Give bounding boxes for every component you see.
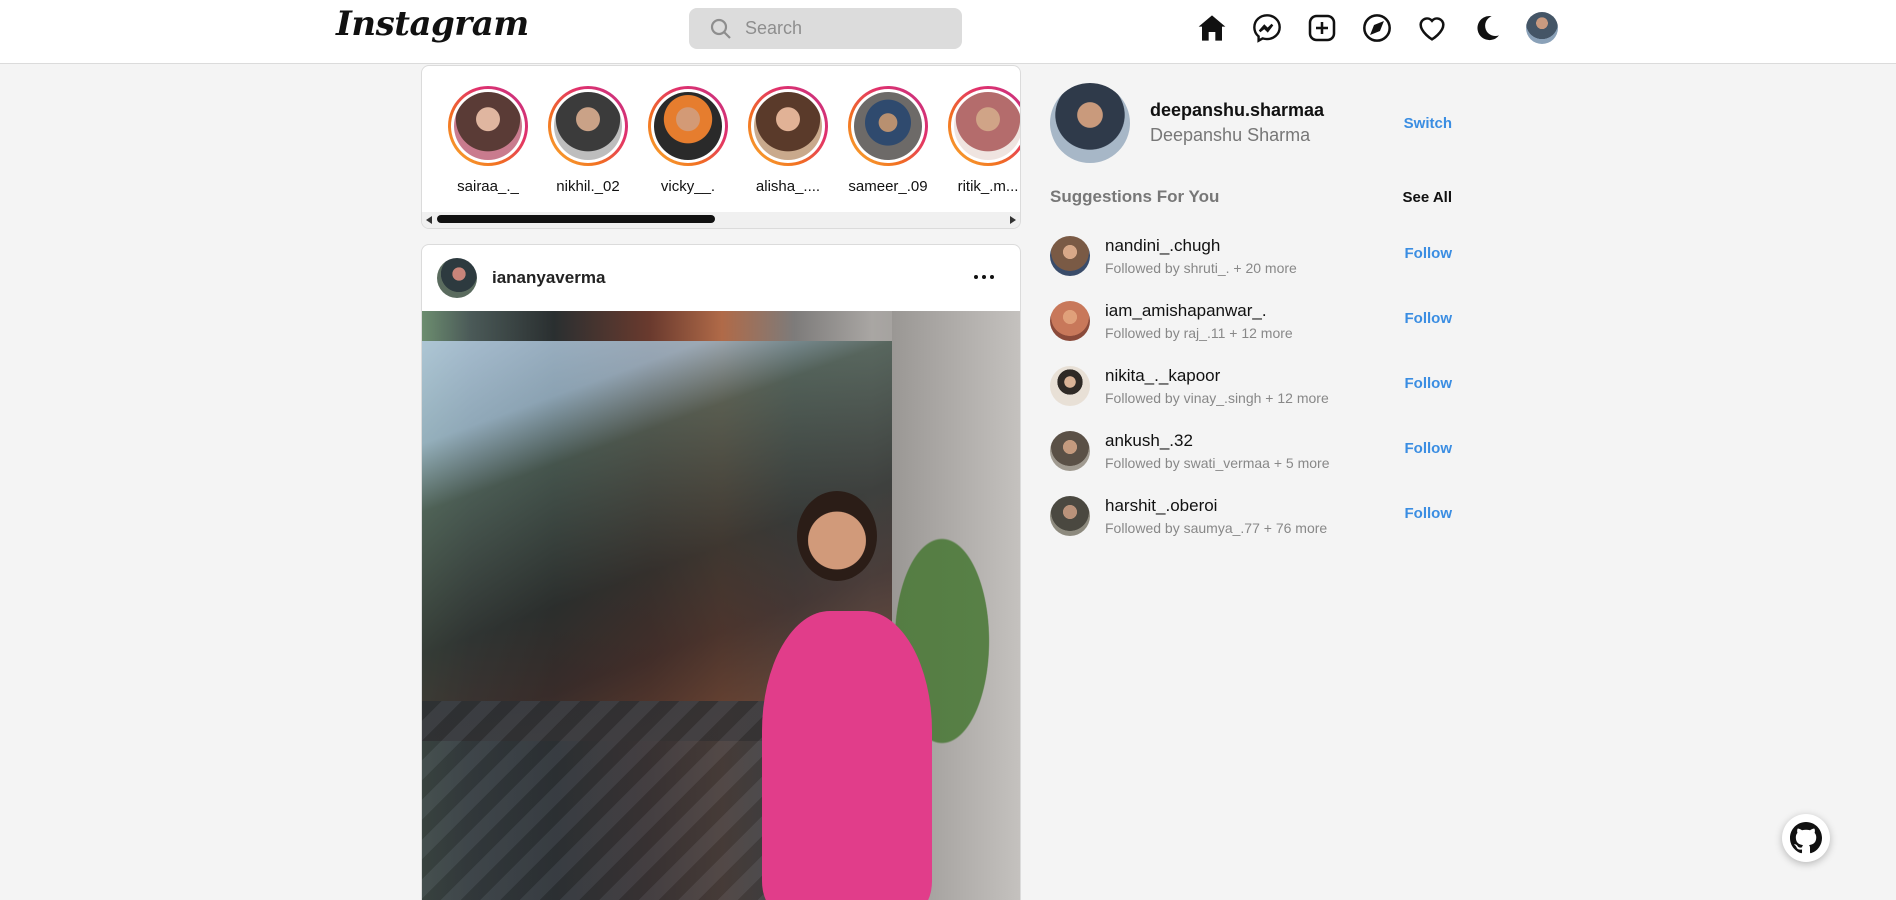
- story-ring: [748, 86, 828, 166]
- see-all-button[interactable]: See All: [1403, 189, 1452, 206]
- stories-scrollbar[interactable]: [422, 212, 1020, 228]
- suggestion-username[interactable]: nikita_._kapoor: [1105, 366, 1329, 386]
- suggestion-item: nikita_._kapoor Followed by vinay_.singh…: [1050, 353, 1452, 418]
- stories-tray: sairaa_._ nikhil._02 vicky__. alisha_...…: [421, 65, 1021, 229]
- heart-icon[interactable]: [1416, 12, 1448, 44]
- moon-icon[interactable]: [1471, 12, 1503, 44]
- current-user-fullname: Deepanshu Sharma: [1150, 125, 1311, 145]
- search-input[interactable]: [745, 18, 945, 39]
- story-ring: [448, 86, 528, 166]
- story-avatar: [854, 92, 922, 160]
- suggestions-header: Suggestions For You See All: [1050, 187, 1452, 207]
- story-avatar: [954, 92, 1020, 160]
- story-username: sairaa_._: [457, 178, 519, 195]
- story-username: sameer_.09: [848, 178, 928, 195]
- suggestion-avatar[interactable]: [1050, 430, 1090, 471]
- follow-button[interactable]: Follow: [1405, 375, 1453, 392]
- suggestion-followed-by: Followed by swati_vermaa + 5 more: [1105, 454, 1330, 471]
- stories-row: sairaa_._ nikhil._02 vicky__. alisha_...…: [448, 86, 1020, 195]
- top-navbar: Instagram: [0, 0, 1896, 64]
- messenger-icon[interactable]: [1251, 12, 1283, 44]
- nav-icons: [1196, 12, 1558, 44]
- explore-icon[interactable]: [1361, 12, 1393, 44]
- suggestion-followed-by: Followed by raj_.11 + 12 more: [1105, 324, 1293, 341]
- scroll-left-arrow-icon[interactable]: [426, 216, 432, 224]
- suggestion-avatar[interactable]: [1050, 365, 1090, 406]
- suggestions-list: nandini_.chugh Followed by shruti_. + 20…: [1050, 223, 1452, 548]
- story-username: nikhil._02: [556, 178, 620, 195]
- story-avatar: [554, 92, 622, 160]
- suggestion-avatar[interactable]: [1050, 300, 1090, 341]
- switch-account-button[interactable]: Switch: [1404, 115, 1452, 132]
- suggestions-title: Suggestions For You: [1050, 187, 1220, 206]
- post-header: iananyaverma: [422, 245, 1020, 311]
- scrollbar-thumb[interactable]: [437, 215, 715, 223]
- suggestion-avatar[interactable]: [1050, 235, 1090, 276]
- create-post-icon[interactable]: [1306, 12, 1338, 44]
- story-ring: [848, 86, 928, 166]
- right-sidebar: deepanshu.sharmaa Deepanshu Sharma Switc…: [1050, 83, 1452, 548]
- github-button[interactable]: [1782, 814, 1830, 862]
- github-icon: [1790, 822, 1822, 854]
- suggestion-followed-by: Followed by vinay_.singh + 12 more: [1105, 389, 1329, 406]
- current-user-card: deepanshu.sharmaa Deepanshu Sharma Switc…: [1050, 83, 1452, 163]
- post-author-avatar[interactable]: [437, 258, 477, 298]
- story-ring: [648, 86, 728, 166]
- follow-button[interactable]: Follow: [1405, 310, 1453, 327]
- suggestion-followed-by: Followed by shruti_. + 20 more: [1105, 259, 1297, 276]
- search-bar[interactable]: [689, 8, 962, 49]
- story-item[interactable]: nikhil._02: [548, 86, 628, 195]
- instagram-logo[interactable]: Instagram: [336, 4, 529, 44]
- suggestion-username[interactable]: iam_amishapanwar_.: [1105, 301, 1293, 321]
- home-icon[interactable]: [1196, 12, 1228, 44]
- story-avatar: [654, 92, 722, 160]
- more-options-icon[interactable]: [974, 269, 994, 285]
- suggestion-username[interactable]: ankush_.32: [1105, 431, 1330, 451]
- story-item[interactable]: sameer_.09: [848, 86, 928, 195]
- scroll-right-arrow-icon[interactable]: [1010, 216, 1016, 224]
- suggestion-avatar[interactable]: [1050, 495, 1090, 536]
- suggestion-followed-by: Followed by saumya_.77 + 76 more: [1105, 519, 1328, 536]
- suggestion-username[interactable]: nandini_.chugh: [1105, 236, 1297, 256]
- story-item[interactable]: sairaa_._: [448, 86, 528, 195]
- story-ring: [548, 86, 628, 166]
- story-item[interactable]: ritik_.m...: [948, 86, 1020, 195]
- suggestion-item: iam_amishapanwar_. Followed by raj_.11 +…: [1050, 288, 1452, 353]
- story-avatar: [754, 92, 822, 160]
- story-avatar: [454, 92, 522, 160]
- story-username: alisha_....: [755, 178, 821, 195]
- story-item[interactable]: alisha_....: [748, 86, 828, 195]
- suggestion-item: harshit_.oberoi Followed by saumya_.77 +…: [1050, 483, 1452, 548]
- story-username: ritik_.m...: [957, 178, 1019, 195]
- story-username: vicky__.: [660, 178, 716, 195]
- follow-button[interactable]: Follow: [1405, 245, 1453, 262]
- profile-avatar[interactable]: [1526, 12, 1558, 44]
- suggestion-item: ankush_.32 Followed by swati_vermaa + 5 …: [1050, 418, 1452, 483]
- feed-post: iananyaverma: [421, 244, 1021, 900]
- follow-button[interactable]: Follow: [1405, 505, 1453, 522]
- current-user-avatar[interactable]: [1050, 83, 1130, 163]
- follow-button[interactable]: Follow: [1405, 440, 1453, 457]
- suggestion-item: nandini_.chugh Followed by shruti_. + 20…: [1050, 223, 1452, 288]
- current-user-username[interactable]: deepanshu.sharmaa: [1150, 100, 1324, 121]
- story-ring: [948, 86, 1020, 166]
- post-image[interactable]: [422, 311, 1020, 900]
- post-author-username[interactable]: iananyaverma: [492, 268, 605, 288]
- search-icon: [710, 18, 731, 39]
- story-item[interactable]: vicky__.: [648, 86, 728, 195]
- suggestion-username[interactable]: harshit_.oberoi: [1105, 496, 1327, 516]
